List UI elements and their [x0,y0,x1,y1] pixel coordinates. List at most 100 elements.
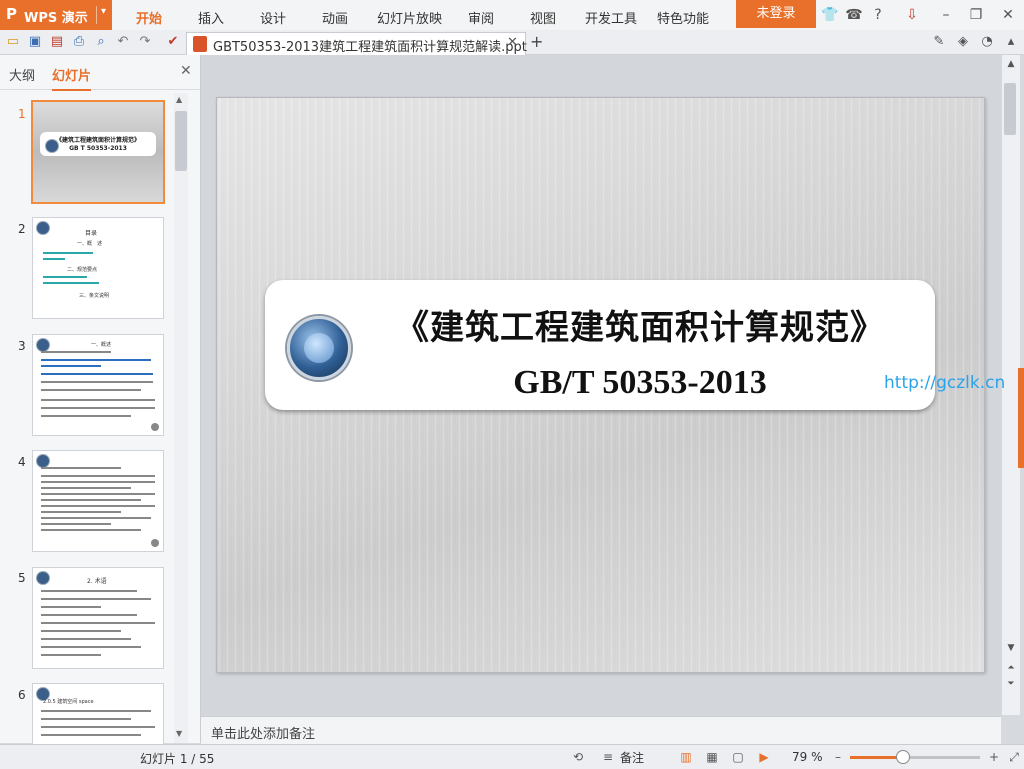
slide-thumbnail-4[interactable] [32,450,164,552]
thumbnail-line [41,638,131,640]
thumbnail-line [41,734,141,736]
notes-area[interactable]: 单击此处添加备注 [201,716,1001,745]
save-icon[interactable]: ▣ [26,33,44,51]
slide-thumbnail-6[interactable]: 2.0.5 建筑空间 space [32,683,164,745]
zoom-out-icon[interactable]: – [830,749,846,765]
brush-icon[interactable]: ✎ [930,33,948,51]
menu-view[interactable]: 视图 [530,8,556,27]
thumbnail-line [41,710,151,712]
undo-icon[interactable]: ↶ [114,33,132,51]
thumbnail-line [41,718,131,720]
thumbnail-line [43,282,99,284]
slide-number: 6 [18,688,26,702]
print-icon[interactable]: ⎙ [70,33,88,51]
title-box[interactable]: 《建筑工程建筑面积计算规范》 GB/T 50353-2013 [265,280,935,410]
ppt-file-icon [193,36,207,52]
thumbnail-text: 三、条文说明 [79,293,110,299]
share-icon[interactable]: ◈ [954,33,972,51]
thumbnail-line [41,614,137,616]
menu-slideshow[interactable]: 幻灯片放映 [377,8,442,27]
normal-view-icon[interactable]: ▥ [678,749,694,765]
login-button[interactable]: 未登录 [736,0,816,28]
menu-review[interactable]: 审阅 [468,8,494,27]
collapse-ribbon-icon[interactable]: ▴ [1002,33,1020,51]
menu-special[interactable]: 特色功能 [657,8,709,27]
thumbnail-text: 一、概 述 [77,241,103,247]
thumbnail-line [41,365,101,367]
zoom-slider-handle[interactable] [896,750,910,764]
tab-outline[interactable]: 大纲 [9,65,35,84]
zoom-slider[interactable] [850,750,980,764]
help-icon[interactable]: ? [868,5,888,25]
skin-shirt-icon[interactable]: 👕 [820,5,840,25]
slideshow-play-icon[interactable]: ▶ [756,749,772,765]
notes-placeholder: 单击此处添加备注 [211,727,316,742]
history-icon[interactable]: ◔ [978,33,996,51]
slide-thumbnail-3[interactable]: 一、概述 [32,334,164,436]
thumbnail-subtitle: GB T 50353-2013 [69,145,127,152]
logo-badge-icon [36,454,50,468]
reading-view-icon[interactable]: ▢ [730,749,746,765]
fit-window-icon[interactable]: ⤢ [1006,749,1022,765]
next-slide-icon[interactable]: ⏷ [1004,679,1018,689]
export-pdf-icon[interactable]: ▤ [48,33,66,51]
minimize-icon[interactable]: – [936,5,956,25]
slide-thumbnail-1[interactable]: 《建筑工程建筑面积计算规范》 GB T 50353-2013 [31,100,165,204]
open-folder-icon[interactable]: ▭ [4,33,22,51]
zoom-level[interactable]: 79 % [792,750,823,764]
slide-title[interactable]: 《建筑工程建筑面积计算规范》 [355,300,925,349]
customize-toolbar-icon[interactable]: ✔ [164,33,182,51]
menu-animation[interactable]: 动画 [322,8,348,27]
notes-toggle[interactable]: 备注 [620,749,644,766]
slide-thumbnail-5[interactable]: 2. 术语 [32,567,164,669]
zoom-slider-fill [850,756,902,759]
new-tab-icon[interactable]: + [530,32,543,51]
scrollbar-thumb[interactable] [175,111,187,171]
slide-canvas[interactable]: 《建筑工程建筑面积计算规范》 GB/T 50353-2013 [216,97,985,673]
feedback-icon[interactable]: ☎ [844,5,864,25]
notes-icon[interactable]: ≡ [600,749,616,765]
zoom-in-icon[interactable]: + [986,749,1002,765]
slide-thumbnail-2[interactable]: 目录 一、概 述 二、规范要点 三、条文说明 [32,217,164,319]
download-icon[interactable]: ⇩ [902,5,922,25]
thumbnail-line [43,276,87,278]
scroll-down-icon[interactable]: ▼ [176,729,182,738]
thumbnail-title: 《建筑工程建筑面积计算规范》 [55,137,140,144]
restore-icon[interactable]: ❐ [966,5,986,25]
print-preview-icon[interactable]: ⌕ [92,33,110,51]
tab-slides[interactable]: 幻灯片 [52,65,92,91]
logo-badge-icon [36,571,50,585]
chevron-down-icon[interactable]: ▾ [96,6,106,24]
thumbnail-line [41,606,101,608]
close-tab-icon[interactable]: ✕ [507,35,518,50]
thumbnail-line [41,511,121,513]
slide-subtitle[interactable]: GB/T 50353-2013 [355,364,925,402]
menu-home[interactable]: 开始 [136,8,162,27]
thumbnail-heading: 2. 术语 [87,578,107,585]
menu-developer[interactable]: 开发工具 [585,8,637,27]
close-pane-icon[interactable]: ✕ [180,63,192,79]
menu-insert[interactable]: 插入 [198,8,224,27]
thumbnail-line [41,359,151,361]
menu-design[interactable]: 设计 [260,8,286,27]
scrollbar-thumb[interactable] [1004,83,1016,135]
media-icon [151,539,159,547]
scroll-down-icon[interactable]: ▼ [1004,643,1018,653]
thumbnail-line [41,630,121,632]
side-panel-handle[interactable] [1018,368,1024,468]
thumbnail-line [41,381,153,383]
app-menu-button[interactable]: P WPS 演示 ▾ [0,0,112,30]
previous-slide-icon[interactable]: ⏶ [1004,663,1018,673]
redo-icon[interactable]: ↷ [136,33,154,51]
scroll-up-icon[interactable]: ▲ [1004,59,1018,69]
slide-number: 4 [18,455,26,469]
scroll-up-icon[interactable]: ▲ [176,95,182,104]
document-tab[interactable]: GBT50353-2013建筑工程建筑面积计算规范解读.ppt ✕ [186,32,527,55]
close-window-icon[interactable]: ✕ [998,5,1018,25]
thumbnail-scrollbar[interactable]: ▲ ▼ [174,93,188,743]
history-icon[interactable]: ⟲ [570,749,586,765]
document-tab-title: GBT50353-2013建筑工程建筑面积计算规范解读.ppt [213,40,527,55]
slide-number: 3 [18,339,26,353]
slide-sorter-icon[interactable]: ▦ [704,749,720,765]
slide-editor: 《建筑工程建筑面积计算规范》 GB/T 50353-2013 http://gc… [201,55,1005,715]
